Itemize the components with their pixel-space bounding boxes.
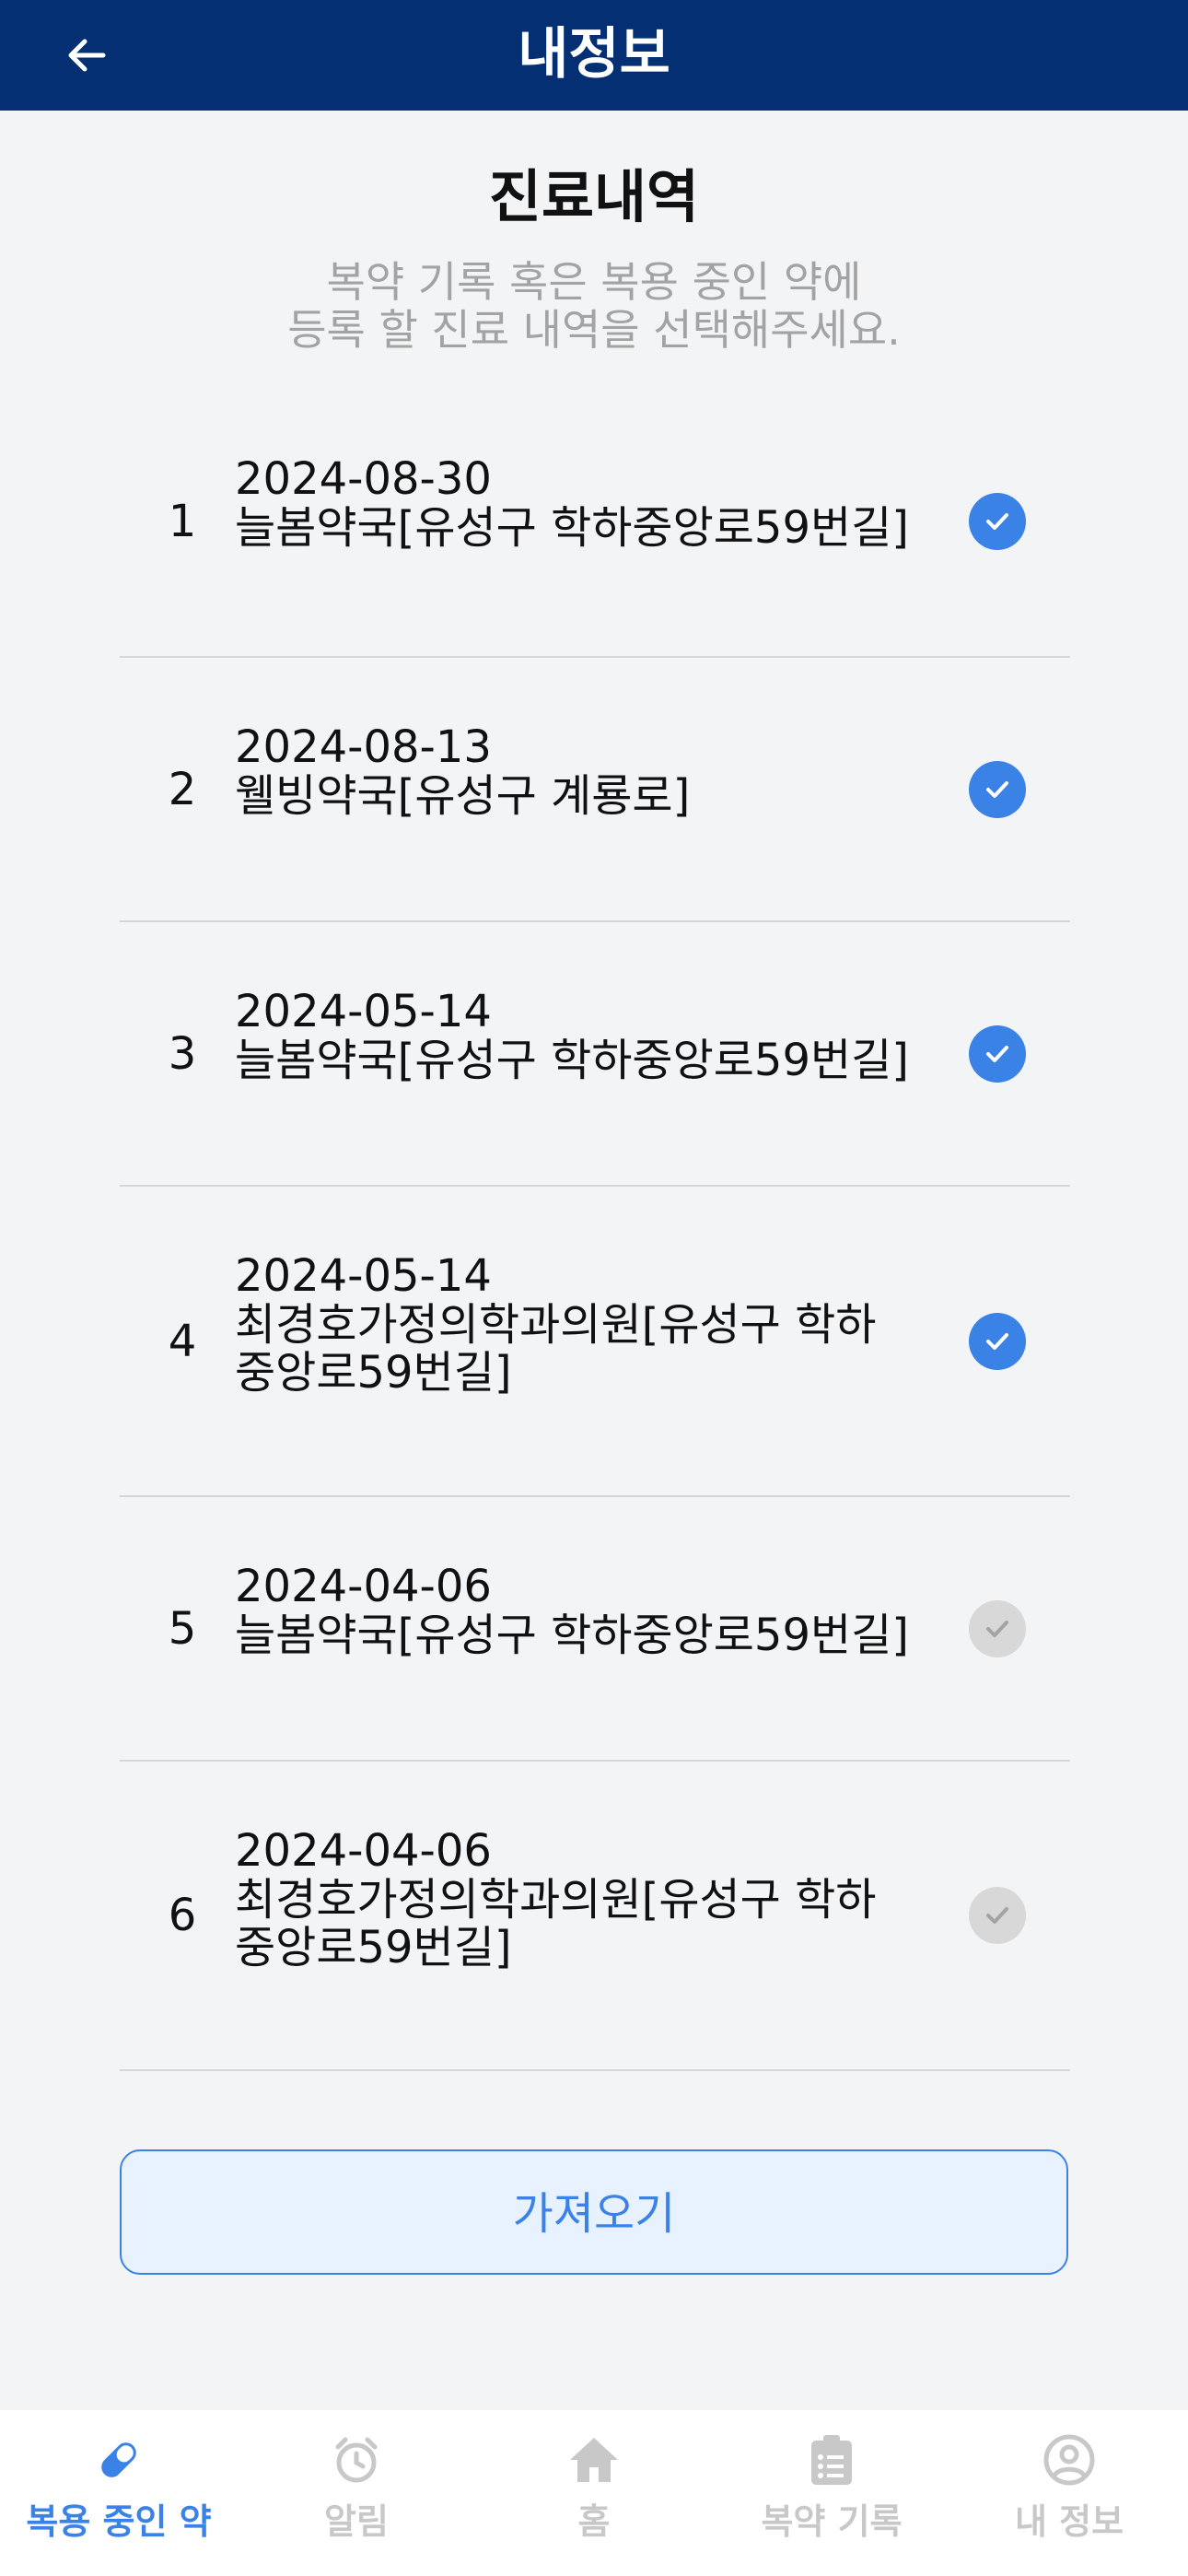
- record-row[interactable]: 1 2024-08-30 늘봄약국[유성구 학하중앙로59번길]: [120, 387, 1070, 658]
- header-title: 내정보: [518, 22, 670, 87]
- record-place: 늘봄약국[유성구 학하중앙로59번길]: [235, 502, 910, 554]
- nav-label: 복용 중인 약: [26, 2501, 212, 2542]
- record-place: 늘봄약국[유성구 학하중앙로59번길]: [235, 1610, 910, 1661]
- record-index: 5: [168, 1602, 197, 1655]
- record-index: 6: [168, 1890, 197, 1941]
- record-info: 2024-04-06 최경호가정의학과의원[유성구 학하 중앙로59번길]: [235, 1826, 1008, 1972]
- record-place: 최경호가정의학과의원[유성구 학하: [235, 1874, 877, 1926]
- record-row[interactable]: 6 2024-04-06 최경호가정의학과의원[유성구 학하 중앙로59번길]: [120, 1762, 1070, 2071]
- record-row[interactable]: 5 2024-04-06 늘봄약국[유성구 학하중앙로59번길]: [120, 1497, 1070, 1762]
- record-info: 2024-08-13 웰빙약국[유성구 계룡로]: [235, 722, 1008, 820]
- record-info: 2024-05-14 늘봄약국[유성구 학하중앙로59번길]: [235, 987, 1008, 1084]
- home-icon: [566, 2432, 622, 2488]
- nav-item-home[interactable]: 홈: [475, 2410, 713, 2576]
- record-index: 3: [168, 1027, 197, 1080]
- record-place: 웰빙약국[유성구 계룡로]: [235, 770, 691, 822]
- subtitle-line-1: 복약 기록 혹은 복용 중인 약에: [326, 257, 862, 307]
- record-list: 1 2024-08-30 늘봄약국[유성구 학하중앙로59번길] 2 2024-…: [120, 387, 1070, 2071]
- nav-label: 알림: [324, 2501, 389, 2542]
- record-date: 2024-04-06: [235, 1825, 492, 1877]
- nav-label: 내 정보: [1014, 2501, 1124, 2542]
- check-icon: [986, 780, 1008, 798]
- fetch-button[interactable]: 가져오기: [120, 2149, 1068, 2275]
- nav-label: 홈: [577, 2501, 611, 2542]
- check-icon: [986, 513, 1008, 530]
- pill-icon: [91, 2432, 146, 2488]
- user-circle-icon: [1042, 2432, 1097, 2488]
- record-place: 중앙로59번길]: [235, 1922, 512, 1973]
- record-checkbox[interactable]: [969, 1887, 1026, 1944]
- record-info: 2024-05-14 최경호가정의학과의원[유성구 학하 중앙로59번길]: [235, 1251, 1008, 1397]
- nav-item-records[interactable]: 복약 기록: [713, 2410, 950, 2576]
- record-checkbox[interactable]: [969, 1312, 1026, 1370]
- check-icon: [986, 1045, 1008, 1062]
- record-index: 2: [168, 763, 197, 815]
- record-date: 2024-08-13: [235, 721, 492, 773]
- record-date: 2024-04-06: [235, 1561, 492, 1612]
- check-icon: [986, 1332, 1008, 1350]
- record-place: 최경호가정의학과의원[유성구 학하: [235, 1299, 877, 1351]
- record-checkbox[interactable]: [969, 1599, 1026, 1657]
- record-checkbox[interactable]: [969, 1025, 1026, 1083]
- record-checkbox[interactable]: [969, 760, 1026, 818]
- record-place: 중앙로59번길]: [235, 1347, 512, 1399]
- app-header: 내정보: [0, 0, 1188, 111]
- alarm-clock-icon: [329, 2432, 384, 2488]
- clipboard-icon: [804, 2432, 859, 2488]
- record-place: 늘봄약국[유성구 학하중앙로59번길]: [235, 1035, 910, 1086]
- nav-item-medications[interactable]: 복용 중인 약: [0, 2410, 238, 2576]
- record-info: 2024-08-30 늘봄약국[유성구 학하중앙로59번길]: [235, 454, 1008, 552]
- nav-label: 복약 기록: [761, 2501, 903, 2542]
- record-checkbox[interactable]: [969, 493, 1026, 550]
- nav-item-alarm[interactable]: 알림: [238, 2410, 475, 2576]
- record-info: 2024-04-06 늘봄약국[유성구 학하중앙로59번길]: [235, 1562, 1008, 1659]
- record-date: 2024-05-14: [235, 986, 492, 1037]
- page-subtitle: 복약 기록 혹은 복용 중인 약에 등록 할 진료 내역을 선택해주세요.: [0, 258, 1188, 354]
- subtitle-line-2: 등록 할 진료 내역을 선택해주세요.: [287, 305, 901, 355]
- record-date: 2024-05-14: [235, 1250, 492, 1302]
- record-row[interactable]: 2 2024-08-13 웰빙약국[유성구 계룡로]: [120, 658, 1070, 922]
- nav-item-my-info[interactable]: 내 정보: [950, 2410, 1188, 2576]
- bottom-nav: 복용 중인 약 알림 홈 복약 기록 내 정보: [0, 2410, 1188, 2576]
- page-title: 진료내역: [488, 163, 700, 230]
- record-date: 2024-08-30: [235, 453, 492, 505]
- check-icon: [986, 1620, 1008, 1637]
- check-icon: [986, 1907, 1008, 1924]
- record-index: 4: [168, 1315, 197, 1367]
- record-index: 1: [168, 496, 197, 547]
- record-row[interactable]: 3 2024-05-14 늘봄약국[유성구 학하중앙로59번길]: [120, 922, 1070, 1187]
- record-row[interactable]: 4 2024-05-14 최경호가정의학과의원[유성구 학하 중앙로59번길]: [120, 1187, 1070, 1497]
